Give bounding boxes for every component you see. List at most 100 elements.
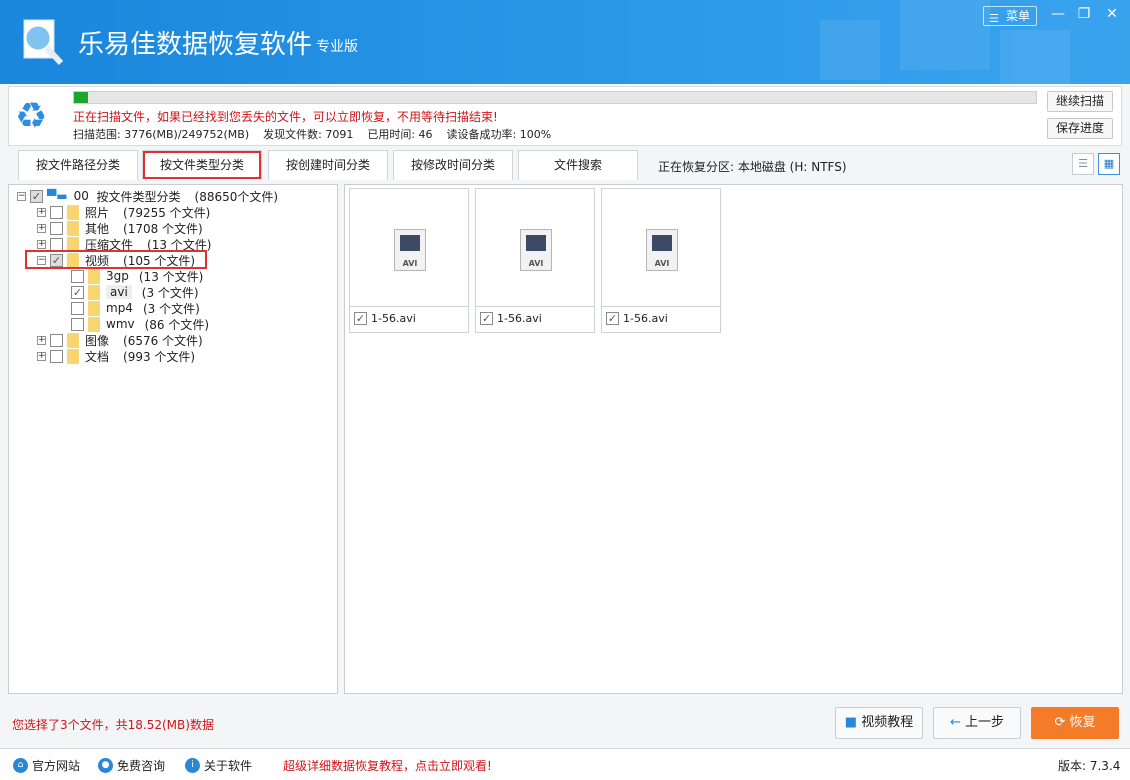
tree-item[interactable]: + 图像 (6576 个文件): [37, 332, 203, 348]
website-link[interactable]: ⌂官方网站: [13, 757, 80, 774]
tree-item[interactable]: ✓ avi (3 个文件): [71, 284, 199, 300]
tree-count: (13 个文件): [139, 268, 203, 285]
checkbox[interactable]: [71, 318, 84, 331]
tutorial-promo-link[interactable]: 超级详细数据恢复教程，点击立即观看!: [283, 757, 492, 774]
checkbox[interactable]: ✓: [606, 312, 619, 325]
folder-icon: [67, 221, 79, 236]
tree-count: (86 个文件): [145, 316, 209, 333]
expand-icon[interactable]: +: [37, 224, 46, 233]
tree-root[interactable]: −✓▀▬00 按文件类型分类(88650个文件): [17, 188, 278, 204]
video-icon: ■: [845, 715, 857, 730]
checkbox[interactable]: [71, 302, 84, 315]
tree-item[interactable]: + 照片 (79255 个文件): [37, 204, 210, 220]
tree-label: 图像: [85, 332, 109, 349]
collapse-icon[interactable]: −: [17, 192, 26, 201]
app-logo-icon: [16, 18, 66, 66]
folder-icon: [67, 205, 79, 220]
app-edition: 专业版: [316, 36, 358, 56]
partition-info: 正在恢复分区: 本地磁盘 (H: NTFS): [658, 158, 847, 175]
avi-file-icon: AVI: [646, 229, 678, 271]
file-thumbnail: AVI: [350, 189, 468, 307]
menu-icon: ☰: [989, 10, 999, 28]
tab-by-modified[interactable]: 按修改时间分类: [393, 150, 513, 180]
about-link[interactable]: i关于软件: [185, 757, 252, 774]
file-thumbnail: AVI: [476, 189, 594, 307]
tree-item[interactable]: wmv (86 个文件): [71, 316, 209, 332]
file-name: 1-56.avi: [497, 312, 542, 325]
tree-label: 文档: [85, 348, 109, 365]
folder-icon: [88, 317, 100, 332]
tree-label: 按文件类型分类: [97, 188, 181, 205]
tree-item[interactable]: + 文档 (993 个文件): [37, 348, 195, 364]
tree-item[interactable]: +其他(1708 个文件): [37, 220, 203, 236]
file-card[interactable]: AVI ✓ 1-56.avi: [601, 188, 721, 333]
found-count: 发现文件数: 7091: [263, 126, 353, 142]
expand-icon[interactable]: +: [37, 208, 46, 217]
checkbox[interactable]: [50, 238, 63, 251]
file-name: 1-56.avi: [623, 312, 668, 325]
expand-icon[interactable]: +: [37, 352, 46, 361]
close-button[interactable]: ✕: [1102, 6, 1122, 22]
home-icon: ⌂: [13, 758, 28, 773]
selection-info: 您选择了3个文件，共18.52(MB)数据: [12, 716, 214, 733]
expand-icon[interactable]: +: [37, 336, 46, 345]
file-thumbnail: AVI: [602, 189, 720, 307]
title-bar: 乐易佳数据恢复软件 专业版 ☰菜单 — ❐ ✕: [0, 0, 1130, 84]
drive-icon: ▀▬: [47, 189, 68, 203]
menu-button[interactable]: ☰菜单: [983, 6, 1037, 26]
file-name: 1-56.avi: [371, 312, 416, 325]
list-view-icon[interactable]: ☰: [1072, 153, 1094, 175]
maximize-button[interactable]: ❐: [1074, 6, 1094, 22]
checkbox[interactable]: ✓: [71, 286, 84, 299]
recycle-icon: ♻: [15, 97, 47, 137]
tab-by-type[interactable]: 按文件类型分类: [142, 150, 262, 180]
tree-label: wmv: [106, 317, 135, 331]
tree-label: avi: [106, 285, 132, 299]
video-tutorial-button[interactable]: ■ 视频教程: [835, 707, 923, 739]
checkbox[interactable]: [50, 206, 63, 219]
info-icon: i: [185, 758, 200, 773]
chat-icon: ●: [98, 758, 113, 773]
folder-icon: [88, 285, 100, 300]
progress-fill: [74, 92, 88, 103]
scan-progress-bar: [73, 91, 1037, 104]
checkbox[interactable]: [50, 350, 63, 363]
file-card[interactable]: AVI ✓ 1-56.avi: [349, 188, 469, 333]
tree-count: (1708 个文件): [123, 220, 203, 237]
tree-item[interactable]: mp4(3 个文件): [71, 300, 200, 316]
back-button[interactable]: ← 上一步: [933, 707, 1021, 739]
folder-icon: [67, 333, 79, 348]
checkbox[interactable]: ✓: [354, 312, 367, 325]
folder-icon: [67, 349, 79, 364]
checkbox[interactable]: ✓: [480, 312, 493, 325]
app-title: 乐易佳数据恢复软件: [78, 24, 312, 61]
minimize-button[interactable]: —: [1048, 6, 1068, 22]
tab-by-created[interactable]: 按创建时间分类: [268, 150, 388, 180]
tree-count: (993 个文件): [123, 348, 195, 365]
grid-view-icon[interactable]: ▦: [1098, 153, 1120, 175]
tree-count: (3 个文件): [143, 300, 200, 317]
checkbox[interactable]: [50, 222, 63, 235]
tree-label: 照片: [85, 204, 109, 221]
expand-icon[interactable]: +: [37, 240, 46, 249]
refresh-icon: ⟳: [1054, 715, 1065, 730]
checkbox[interactable]: [50, 334, 63, 347]
highlight-box: [25, 250, 207, 269]
tab-by-path[interactable]: 按文件路径分类: [18, 150, 138, 180]
avi-file-icon: AVI: [520, 229, 552, 271]
checkbox[interactable]: [71, 270, 84, 283]
version-label: 版本: 7.3.4: [1058, 757, 1120, 774]
tree-count: (6576 个文件): [123, 332, 203, 349]
folder-icon: [88, 269, 100, 284]
tree-count: (3 个文件): [142, 284, 199, 301]
consult-link[interactable]: ●免费咨询: [98, 757, 165, 774]
scan-warning: 正在扫描文件，如果已经找到您丢失的文件，可以立即恢复，不用等待扫描结束!: [73, 108, 498, 125]
checkbox[interactable]: ✓: [30, 190, 43, 203]
save-progress-button[interactable]: 保存进度: [1047, 118, 1113, 139]
recover-button[interactable]: ⟳ 恢复: [1031, 707, 1119, 739]
tree-count: (79255 个文件): [123, 204, 210, 221]
tab-file-search[interactable]: 文件搜索: [518, 150, 638, 180]
continue-scan-button[interactable]: 继续扫描: [1047, 91, 1113, 112]
file-card[interactable]: AVI ✓ 1-56.avi: [475, 188, 595, 333]
tree-item[interactable]: 3gp(13 个文件): [71, 268, 203, 284]
